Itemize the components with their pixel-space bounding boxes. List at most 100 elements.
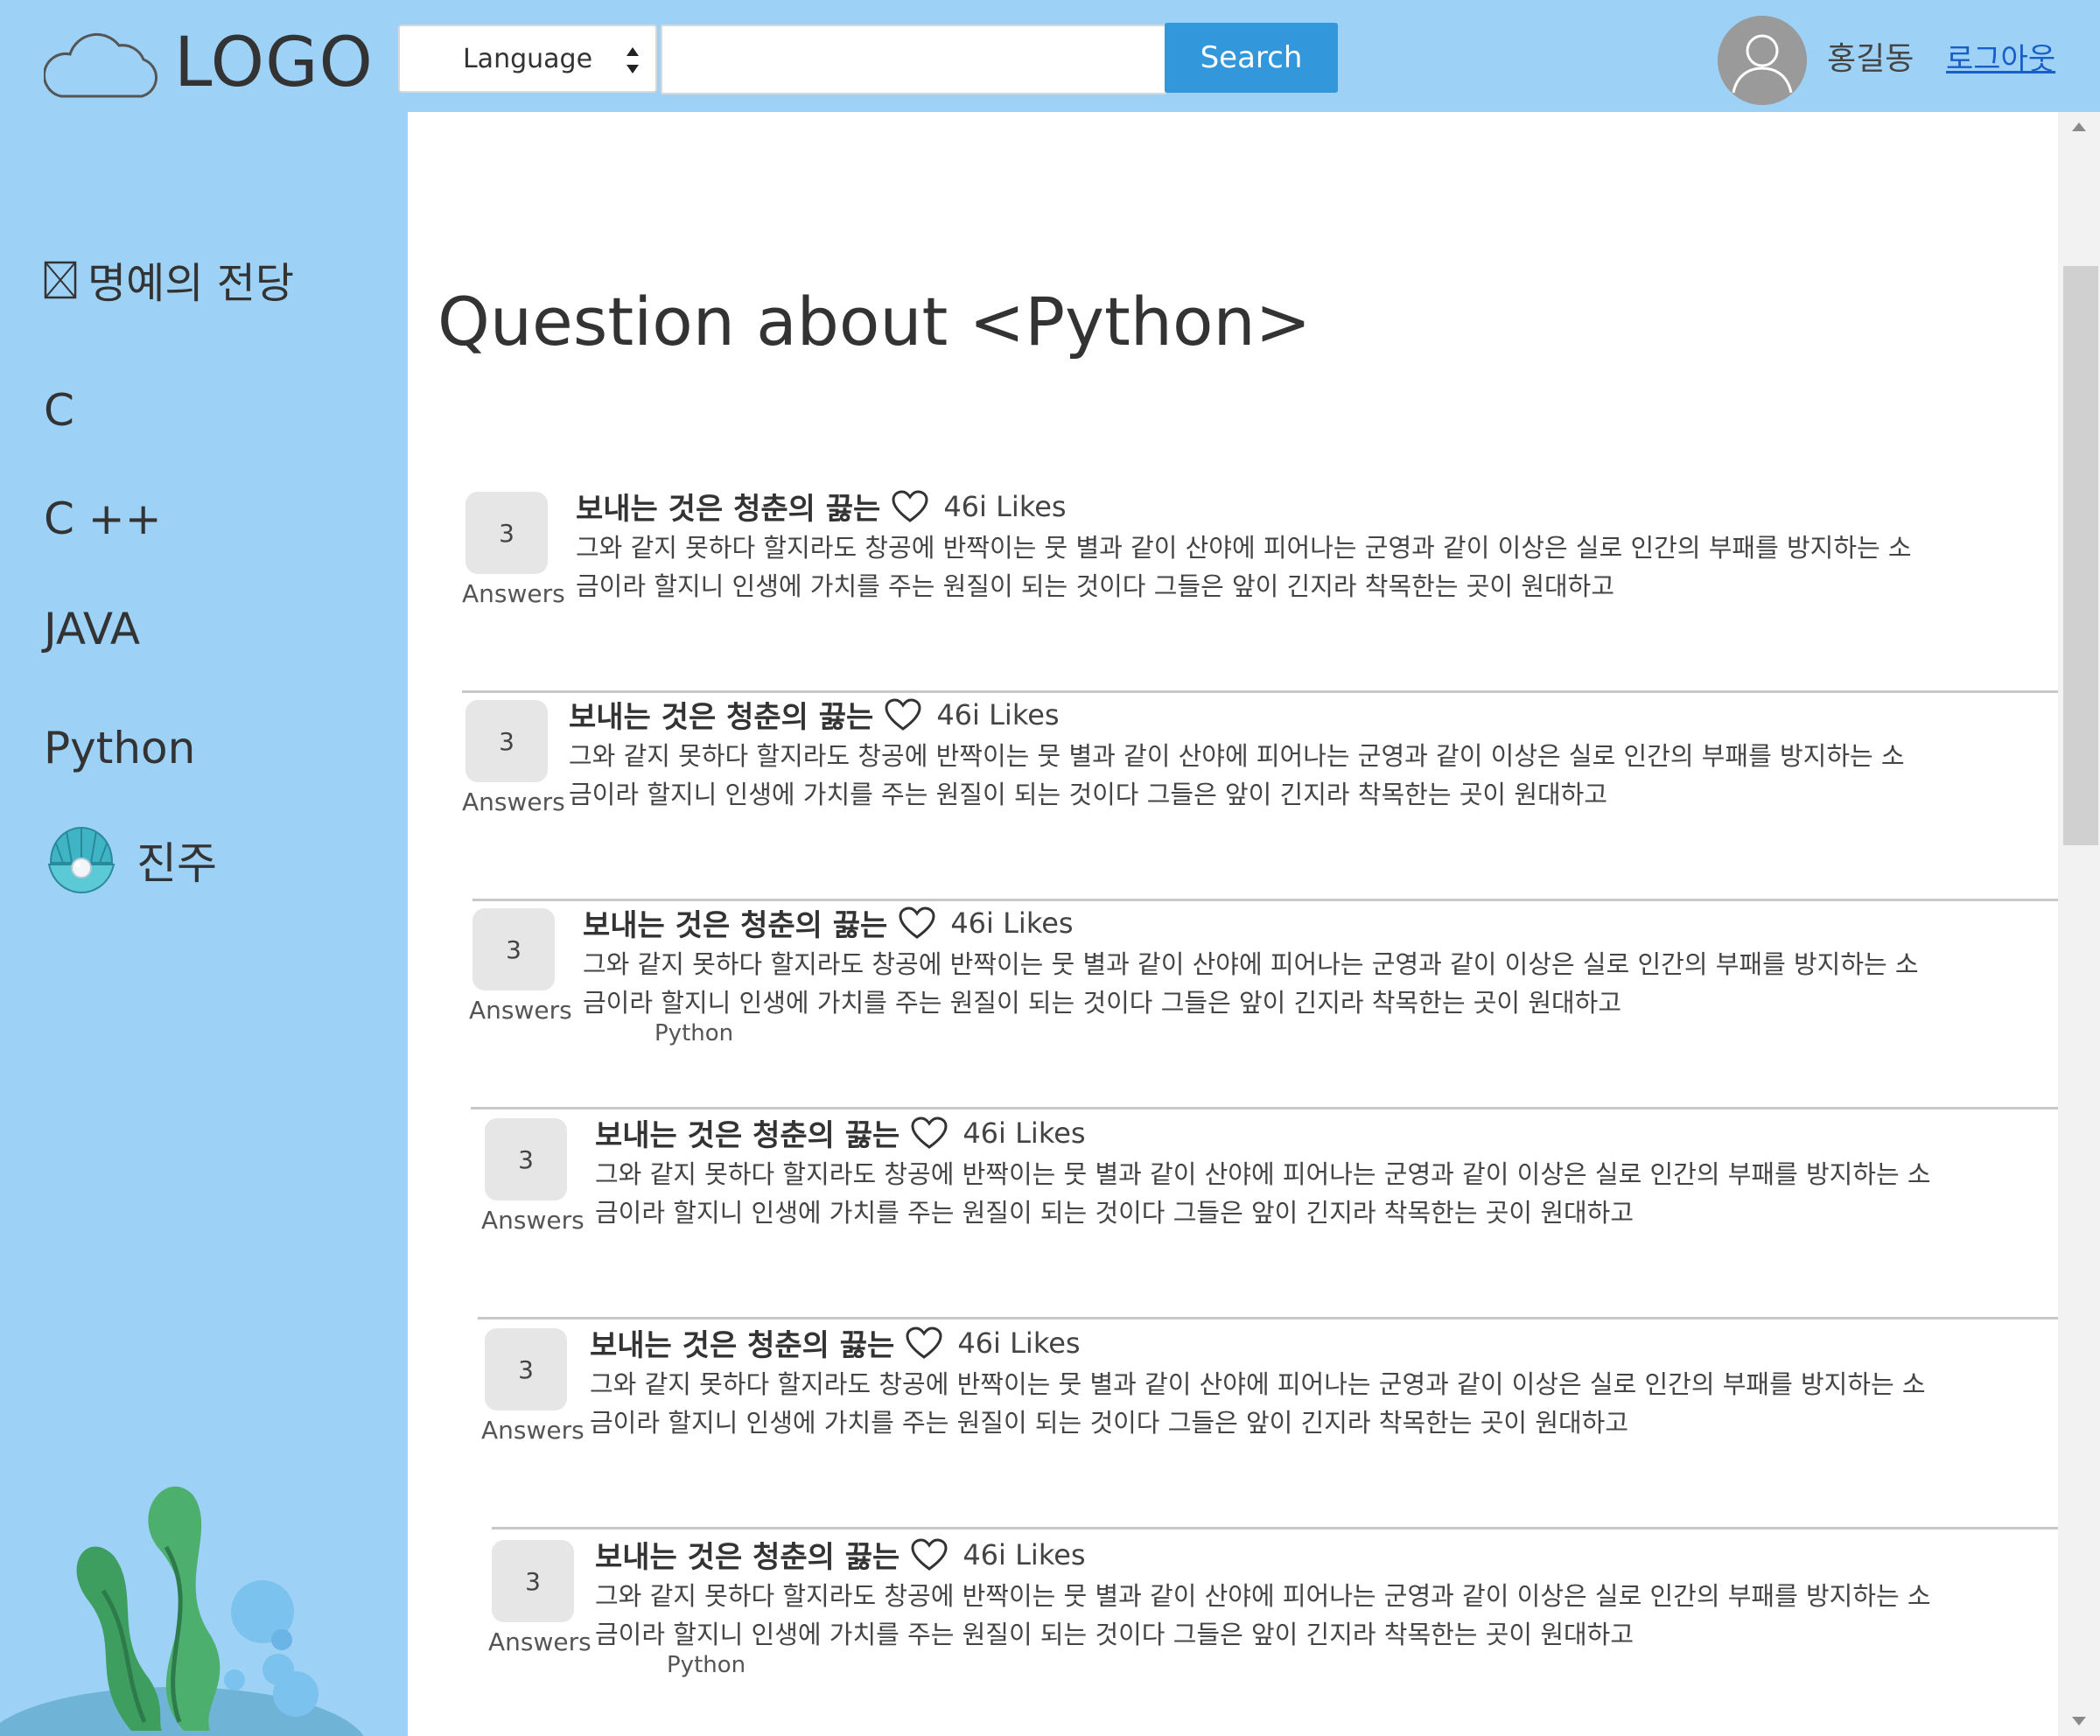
header: LOGO Language Search 홍길동 로그아웃 (0, 0, 2100, 112)
answer-count: 3 (518, 1354, 534, 1384)
avatar[interactable] (1718, 16, 1807, 105)
sidebar-item-label: 진주 (136, 838, 217, 889)
answer-count-badge: 3 (472, 908, 555, 990)
divider (478, 1317, 2058, 1320)
question-preview-line: 그와 같지 못하다 할지라도 창공에 반짝이는 뭇 별과 같이 산야에 피어나는… (569, 741, 1905, 771)
question-title[interactable]: 보내는 것은 청춘의 끓는 (595, 1111, 900, 1154)
question-item[interactable]: 3 Answers 보내는 것은 청춘의 끓는 46i Likes 그와 같지 … (469, 906, 2058, 1110)
question-header: 보내는 것은 청춘의 끓는 46i Likes (590, 1321, 1081, 1364)
sidebar-item-cpp[interactable]: C ++ (44, 494, 162, 544)
answer-count-badge: 3 (492, 1540, 574, 1622)
pearl-shell-icon (47, 826, 116, 894)
question-tag[interactable]: Python (667, 1652, 746, 1678)
question-title[interactable]: 보내는 것은 청춘의 끓는 (595, 1533, 900, 1576)
search-button[interactable]: Search (1165, 23, 1338, 93)
sidebar-item-python[interactable]: Python (44, 723, 195, 774)
question-header: 보내는 것은 청춘의 끓는 46i Likes (595, 1111, 1086, 1154)
scrollbar-thumb[interactable] (2063, 266, 2098, 845)
answer-count: 3 (506, 934, 522, 964)
question-header: 보내는 것은 청춘의 끓는 46i Likes (569, 693, 1060, 736)
heart-icon[interactable] (905, 1326, 943, 1361)
sidebar-item-label: Python (44, 723, 196, 774)
sidebar-item-hall-of-fame[interactable]: 명예의 전당 (44, 248, 294, 310)
logo-text: LOGO (174, 24, 374, 102)
question-title[interactable]: 보내는 것은 청춘의 끓는 (583, 901, 887, 944)
question-header: 보내는 것은 청춘의 끓는 46i Likes (595, 1533, 1086, 1576)
question-preview-line: 그와 같지 못하다 할지라도 창공에 반짝이는 뭇 별과 같이 산야에 피어나는… (583, 949, 1919, 979)
likes-count: 46i Likes (962, 1116, 1086, 1150)
question-header: 보내는 것은 청춘의 끓는 46i Likes (583, 901, 1074, 944)
divider (492, 1527, 2058, 1530)
likes-count: 46i Likes (936, 697, 1060, 732)
scroll-up-arrow-icon[interactable] (2070, 121, 2088, 133)
sidebar-item-label: 명예의 전당 (88, 259, 295, 308)
question-preview-line: 금이라 할지니 인생에 가치를 주는 원질이 되는 것이다 그들은 앞이 긴지라… (583, 988, 1622, 1018)
question-preview-line: 그와 같지 못하다 할지라도 창공에 반짝이는 뭇 별과 같이 산야에 피어나는… (590, 1369, 1926, 1399)
answer-count-badge: 3 (466, 700, 548, 782)
broken-image-icon (44, 261, 77, 299)
question-preview: 그와 같지 못하다 할지라도 창공에 반짝이는 뭇 별과 같이 산야에 피어나는… (569, 737, 1995, 814)
question-preview-line: 그와 같지 못하다 할지라도 창공에 반짝이는 뭇 별과 같이 산야에 피어나는… (595, 1159, 1931, 1189)
question-preview: 그와 같지 못하다 할지라도 창공에 반짝이는 뭇 별과 같이 산야에 피어나는… (590, 1365, 2025, 1442)
sidebar-item-java[interactable]: JAVA (44, 604, 140, 654)
answers-label: Answers (462, 788, 565, 816)
heart-icon[interactable] (891, 489, 929, 524)
answers-label: Answers (462, 579, 565, 608)
scroll-down-arrow-icon[interactable] (2070, 1715, 2088, 1727)
logo[interactable]: LOGO (44, 19, 374, 107)
sidebar-item-pearl[interactable]: 진주 (46, 824, 217, 896)
question-item[interactable]: 3 Answers 보내는 것은 청춘의 끓는 46i Likes 그와 같지 … (462, 698, 2058, 901)
answers-label: Answers (481, 1416, 584, 1445)
answer-count-badge: 3 (485, 1328, 567, 1410)
question-title[interactable]: 보내는 것은 청춘의 끓는 (576, 485, 880, 528)
sidebar-item-label: C (44, 385, 74, 436)
sidebar-item-c[interactable]: C (44, 385, 74, 436)
question-preview-line: 금이라 할지니 인생에 가치를 주는 원질이 되는 것이다 그들은 앞이 긴지라… (576, 571, 1615, 601)
heart-icon[interactable] (898, 906, 936, 941)
question-preview: 그와 같지 못하다 할지라도 창공에 반짝이는 뭇 별과 같이 산야에 피어나는… (583, 945, 2009, 1022)
question-header: 보내는 것은 청춘의 끓는 46i Likes (576, 485, 1067, 528)
question-preview: 그와 같지 못하다 할지라도 창공에 반짝이는 뭇 별과 같이 산야에 피어나는… (576, 528, 2002, 606)
sidebar-item-label: JAVA (44, 604, 141, 654)
likes-count: 46i Likes (943, 489, 1067, 523)
divider (471, 1107, 2058, 1110)
heart-icon[interactable] (910, 1116, 948, 1151)
seaweed-illustration (0, 1486, 364, 1736)
likes-count: 46i Likes (957, 1326, 1081, 1360)
page-title: Question about <Python> (438, 283, 1312, 360)
question-title[interactable]: 보내는 것은 청춘의 끓는 (569, 693, 873, 736)
answer-count: 3 (499, 726, 514, 756)
search-input[interactable] (661, 24, 1166, 94)
answer-count: 3 (499, 518, 514, 548)
question-item[interactable]: 3 Answers 보내는 것은 청춘의 끓는 46i Likes 그와 같지 … (481, 1326, 2058, 1530)
username: 홍길동 (1827, 41, 1914, 77)
question-item[interactable]: 3 Answers 보내는 것은 청춘의 끓는 46i Likes 그와 같지 … (462, 490, 2058, 693)
question-item[interactable]: 3 Answers 보내는 것은 청춘의 끓는 46i Likes 그와 같지 … (488, 1538, 2058, 1736)
scrollbar[interactable] (2058, 112, 2100, 1736)
likes-count: 46i Likes (962, 1537, 1086, 1572)
answer-count: 3 (525, 1566, 541, 1596)
question-title[interactable]: 보내는 것은 청춘의 끓는 (590, 1321, 894, 1364)
question-tag[interactable]: Python (654, 1020, 733, 1046)
question-preview-line: 금이라 할지니 인생에 가치를 주는 원질이 되는 것이다 그들은 앞이 긴지라… (590, 1408, 1629, 1438)
question-item[interactable]: 3 Answers 보내는 것은 청춘의 끓는 46i Likes 그와 같지 … (478, 1116, 2058, 1320)
question-preview-line: 금이라 할지니 인생에 가치를 주는 원질이 되는 것이다 그들은 앞이 긴지라… (595, 1198, 1634, 1228)
heart-icon[interactable] (884, 697, 922, 732)
language-select-label: Language (462, 43, 593, 74)
logout-link[interactable]: 로그아웃 (1946, 35, 2055, 78)
question-preview-line: 금이라 할지니 인생에 가치를 주는 원질이 되는 것이다 그들은 앞이 긴지라… (569, 780, 1608, 809)
sidebar-item-label: C ++ (44, 494, 162, 544)
heart-icon[interactable] (910, 1537, 948, 1572)
sidebar: 명예의 전당 C C ++ JAVA Python 진주 (0, 112, 408, 1736)
main-content: Question about <Python> 3 Answers 보내는 것은… (408, 112, 2058, 1736)
answers-label: Answers (469, 996, 572, 1025)
answer-count-badge: 3 (466, 492, 548, 574)
question-preview-line: 금이라 할지니 인생에 가치를 주는 원질이 되는 것이다 그들은 앞이 긴지라… (595, 1620, 1634, 1649)
question-preview-line: 그와 같지 못하다 할지라도 창공에 반짝이는 뭇 별과 같이 산야에 피어나는… (595, 1581, 1931, 1611)
question-preview: 그와 같지 못하다 할지라도 창공에 반짝이는 뭇 별과 같이 산야에 피어나는… (595, 1577, 2030, 1654)
answer-count-badge: 3 (485, 1118, 567, 1200)
user-icon (1718, 16, 1807, 105)
answers-label: Answers (481, 1206, 584, 1235)
answers-label: Answers (488, 1628, 592, 1656)
language-select[interactable]: Language (398, 24, 657, 93)
